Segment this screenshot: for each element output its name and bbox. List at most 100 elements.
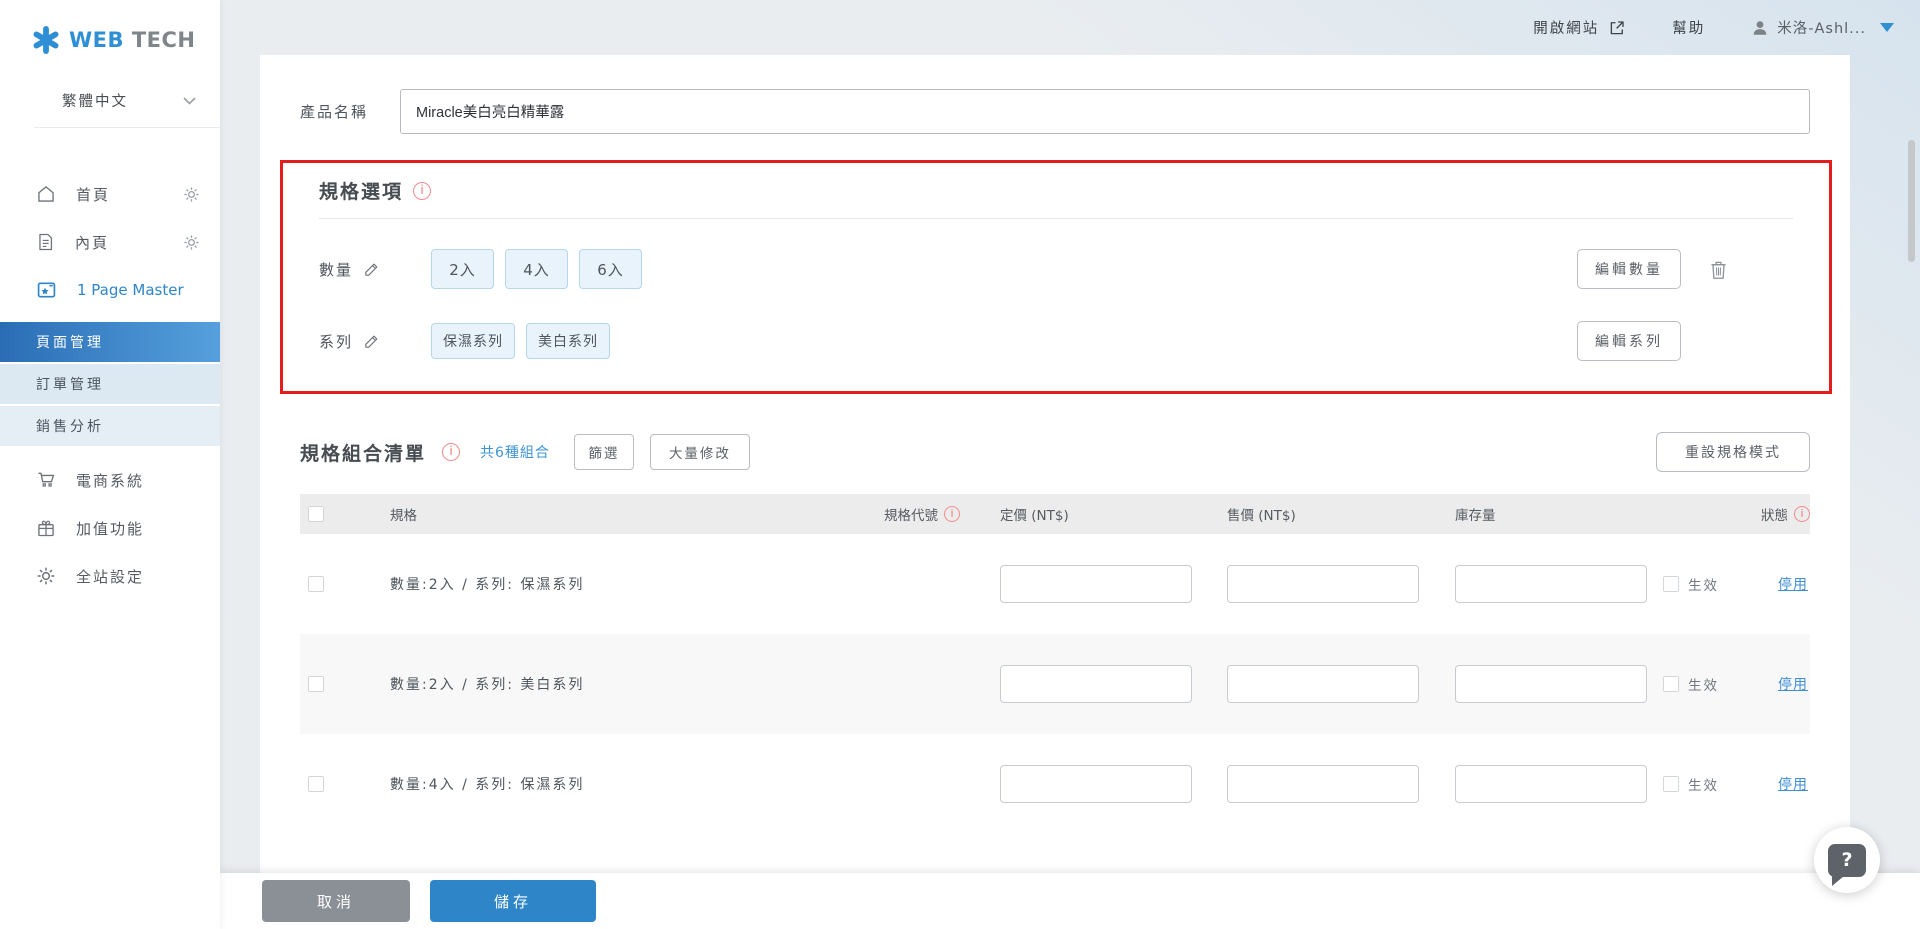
sidebar-item-label: 訂單管理 — [36, 374, 104, 394]
row-status-cell: 生效 停用 — [1663, 674, 1810, 694]
chevron-down-icon — [183, 97, 196, 105]
select-all-checkbox[interactable] — [308, 506, 324, 522]
combo-count: 共6種組合 — [480, 442, 550, 462]
sale-price-input[interactable] — [1227, 765, 1419, 803]
combo-list-header: 規格組合清單 i 共6種組合 篩選 大量修改 重設規格模式 — [300, 432, 1810, 472]
document-icon — [36, 232, 55, 252]
chip-option[interactable]: 6入 — [579, 249, 642, 289]
column-header-status: 狀態 i — [1663, 504, 1810, 524]
sidebar-item-label: 全站設定 — [76, 566, 200, 587]
question-bubble-icon: ? — [1828, 844, 1866, 877]
spec-option-name: 系列 — [319, 331, 431, 352]
user-menu[interactable]: 米洛-Ashl... — [1751, 17, 1894, 38]
filter-button[interactable]: 篩選 — [574, 434, 634, 470]
sidebar-item-home[interactable]: 首頁 — [0, 170, 220, 218]
app-window: WEB TECH 繁體中文 首頁 — [0, 0, 1920, 929]
vertical-scrollbar-thumb[interactable] — [1908, 140, 1915, 262]
sidebar-item-order-management[interactable]: 訂單管理 — [0, 364, 220, 404]
row-checkbox[interactable] — [308, 576, 324, 592]
row-status-cell: 生效 停用 — [1663, 574, 1810, 594]
info-icon[interactable]: i — [442, 443, 460, 461]
stock-input[interactable] — [1455, 665, 1647, 703]
sidebar-item-label: 內頁 — [75, 232, 163, 253]
sidebar-item-label: 電商系統 — [76, 470, 200, 491]
gear-icon[interactable] — [183, 186, 200, 203]
disable-link[interactable]: 停用 — [1778, 574, 1808, 594]
reset-spec-mode-button[interactable]: 重設規格模式 — [1656, 432, 1810, 472]
active-checkbox[interactable] — [1663, 676, 1679, 692]
row-spec-label: 數量:2入 / 系列: 美白系列 — [390, 674, 780, 694]
sidebar-item-addons[interactable]: 加值功能 — [0, 504, 220, 552]
sidebar-item-page-management[interactable]: 頁面管理 — [0, 322, 220, 362]
row-checkbox[interactable] — [308, 676, 324, 692]
trash-icon[interactable] — [1709, 259, 1728, 280]
info-icon[interactable]: i — [944, 506, 960, 522]
active-checkbox[interactable] — [1663, 576, 1679, 592]
price-input[interactable] — [1000, 665, 1192, 703]
spec-options-title: 規格選項 — [319, 177, 403, 204]
column-header-status-label: 狀態 — [1761, 504, 1788, 524]
brand-name: WEB TECH — [69, 28, 196, 52]
sale-price-input[interactable] — [1227, 565, 1419, 603]
spec-options-annotation-highlight: 規格選項 i 數量 2入 4入 6入 — [280, 160, 1832, 394]
spec-option-row-quantity: 數量 2入 4入 6入 編輯數量 — [319, 247, 1793, 291]
spec-option-name: 數量 — [319, 259, 431, 280]
sidebar-item-page-master[interactable]: 1 Page Master — [0, 266, 220, 314]
active-checkbox[interactable] — [1663, 776, 1679, 792]
sidebar-item-inner-pages[interactable]: 內頁 — [0, 218, 220, 266]
sidebar-nav: 首頁 內頁 — [0, 170, 220, 600]
stock-input[interactable] — [1455, 765, 1647, 803]
pencil-icon[interactable] — [363, 261, 380, 278]
table-header-row: 規格 規格代號 i 定價 (NT$) 售價 (NT$) 庫存量 狀態 i — [300, 494, 1810, 534]
save-button[interactable]: 儲存 — [430, 880, 596, 922]
open-site-label: 開啟網站 — [1533, 17, 1599, 38]
column-header-sale-price: 售價 (NT$) — [1227, 504, 1455, 524]
main-area: 開啟網站 幫助 米洛-Ashl... — [220, 0, 1920, 929]
column-header-price: 定價 (NT$) — [1000, 504, 1227, 524]
sidebar-item-ecommerce[interactable]: 電商系統 — [0, 456, 220, 504]
row-spec-label: 數量:4入 / 系列: 保濕系列 — [390, 774, 780, 794]
stock-input[interactable] — [1455, 565, 1647, 603]
cart-icon — [36, 470, 56, 490]
product-name-label: 產品名稱 — [300, 101, 400, 122]
product-edit-panel: 產品名稱 規格選項 i 數量 — [260, 55, 1850, 873]
chip-option[interactable]: 美白系列 — [526, 323, 610, 359]
user-menu-caret-icon — [1880, 23, 1894, 32]
pencil-icon[interactable] — [363, 333, 380, 350]
chip-option[interactable]: 2入 — [431, 249, 494, 289]
product-name-input[interactable] — [400, 89, 1810, 134]
table-row: 數量:2入 / 系列: 美白系列 生效 停用 — [300, 634, 1810, 734]
column-header-stock: 庫存量 — [1455, 504, 1663, 524]
info-icon[interactable]: i — [1794, 506, 1810, 522]
info-icon[interactable]: i — [413, 182, 431, 200]
row-spec-label: 數量:2入 / 系列: 保濕系列 — [390, 574, 780, 594]
help-label: 幫助 — [1672, 17, 1705, 38]
sidebar-item-site-settings[interactable]: 全站設定 — [0, 552, 220, 600]
gift-icon — [36, 518, 56, 538]
bulk-edit-button[interactable]: 大量修改 — [650, 434, 750, 470]
cancel-button[interactable]: 取消 — [262, 880, 410, 922]
sidebar-item-label: 1 Page Master — [77, 281, 200, 299]
price-input[interactable] — [1000, 765, 1192, 803]
open-site-button[interactable]: 開啟網站 — [1533, 17, 1626, 38]
asterisk-logo-icon — [32, 26, 60, 54]
spec-row-actions: 編輯系列 — [1577, 321, 1793, 361]
help-fab-button[interactable]: ? — [1814, 827, 1880, 893]
edit-series-button[interactable]: 編輯系列 — [1577, 321, 1681, 361]
help-button[interactable]: 幫助 — [1672, 17, 1705, 38]
chip-option[interactable]: 4入 — [505, 249, 568, 289]
sale-price-input[interactable] — [1227, 665, 1419, 703]
row-checkbox[interactable] — [308, 776, 324, 792]
sidebar-item-label: 頁面管理 — [36, 332, 104, 352]
column-header-spec: 規格 — [390, 504, 780, 524]
chip-option[interactable]: 保濕系列 — [431, 323, 515, 359]
spec-options-header: 規格選項 i — [319, 177, 1793, 219]
edit-quantity-button[interactable]: 編輯數量 — [1577, 249, 1681, 289]
disable-link[interactable]: 停用 — [1778, 774, 1808, 794]
gear-icon — [36, 566, 56, 586]
gear-icon[interactable] — [183, 234, 200, 251]
language-selector[interactable]: 繁體中文 — [34, 90, 220, 128]
disable-link[interactable]: 停用 — [1778, 674, 1808, 694]
price-input[interactable] — [1000, 565, 1192, 603]
sidebar-item-sales-analytics[interactable]: 銷售分析 — [0, 406, 220, 446]
